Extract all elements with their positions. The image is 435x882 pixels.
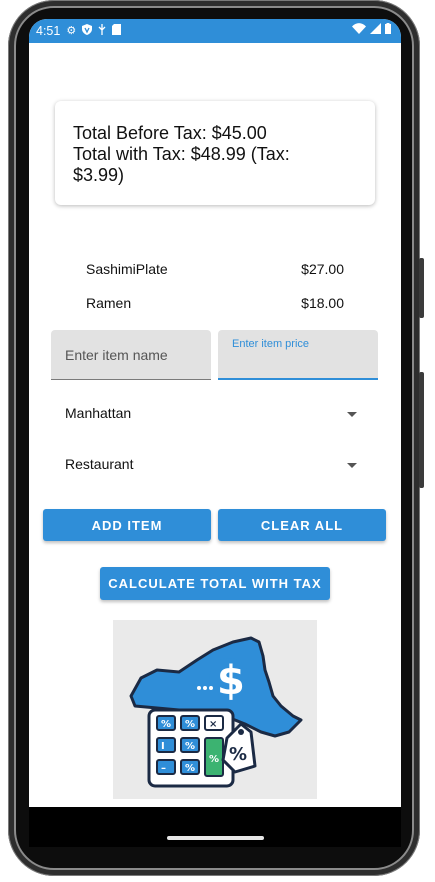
item-name-placeholder: Enter item name <box>65 347 168 363</box>
tax-amount-text: $3.99) <box>73 165 125 185</box>
navigation-bar <box>29 807 401 847</box>
item-name: SashimiPlate <box>86 261 168 277</box>
svg-text:%: % <box>161 719 171 730</box>
power-button <box>419 372 424 488</box>
total-with-tax-text: Total with Tax: $48.99 (Tax: <box>73 144 290 164</box>
item-price: $18.00 <box>301 295 344 311</box>
svg-text:%: % <box>185 719 195 730</box>
sd-card-icon <box>112 24 122 38</box>
svg-text:%: % <box>185 741 195 752</box>
add-item-button[interactable]: ADD ITEM <box>43 509 211 541</box>
app-screen: 4:51 ⚙ Total Before Tax: $45.00 Total wi… <box>29 19 401 847</box>
location-dropdown[interactable]: Manhattan <box>65 405 361 429</box>
usb-icon <box>98 24 106 38</box>
item-name-input[interactable]: Enter item name <box>51 330 211 380</box>
calculate-total-button[interactable]: CALCULATE TOTAL WITH TAX <box>100 567 330 600</box>
svg-text:×: × <box>209 719 217 730</box>
total-before-tax-text: Total Before Tax: $45.00 <box>73 123 267 143</box>
item-price-input[interactable]: Enter item price <box>218 330 378 380</box>
home-gesture-bar[interactable] <box>167 836 264 840</box>
category-dropdown[interactable]: Restaurant <box>65 456 361 480</box>
shield-icon <box>82 24 93 38</box>
list-item: SashimiPlate $27.00 <box>86 261 344 277</box>
category-selected-value: Restaurant <box>65 456 134 472</box>
list-item: Ramen $18.00 <box>86 295 344 311</box>
dropdown-arrow-icon <box>347 463 357 468</box>
wifi-icon <box>352 23 366 37</box>
item-price-label: Enter item price <box>232 338 310 350</box>
svg-text:–: – <box>161 763 166 774</box>
svg-text:$: $ <box>217 658 245 704</box>
settings-icon: ⚙ <box>66 24 77 37</box>
ny-tax-calculator-illustration: $ %% I% –% % × % <box>113 620 317 799</box>
item-price: $27.00 <box>301 261 344 277</box>
status-bar: 4:51 ⚙ <box>29 19 401 43</box>
location-selected-value: Manhattan <box>65 405 132 421</box>
svg-text:%: % <box>229 744 247 765</box>
svg-text:%: % <box>209 754 219 765</box>
svg-text:%: % <box>185 763 195 774</box>
svg-text:I: I <box>161 741 165 752</box>
signal-icon <box>370 23 381 37</box>
status-time: 4:51 <box>36 24 61 38</box>
item-name: Ramen <box>86 295 132 311</box>
clear-all-button[interactable]: CLEAR ALL <box>218 509 386 541</box>
volume-button <box>419 258 424 318</box>
dropdown-arrow-icon <box>347 412 357 417</box>
battery-icon <box>385 23 391 37</box>
total-summary-card: Total Before Tax: $45.00 Total with Tax:… <box>55 101 375 205</box>
